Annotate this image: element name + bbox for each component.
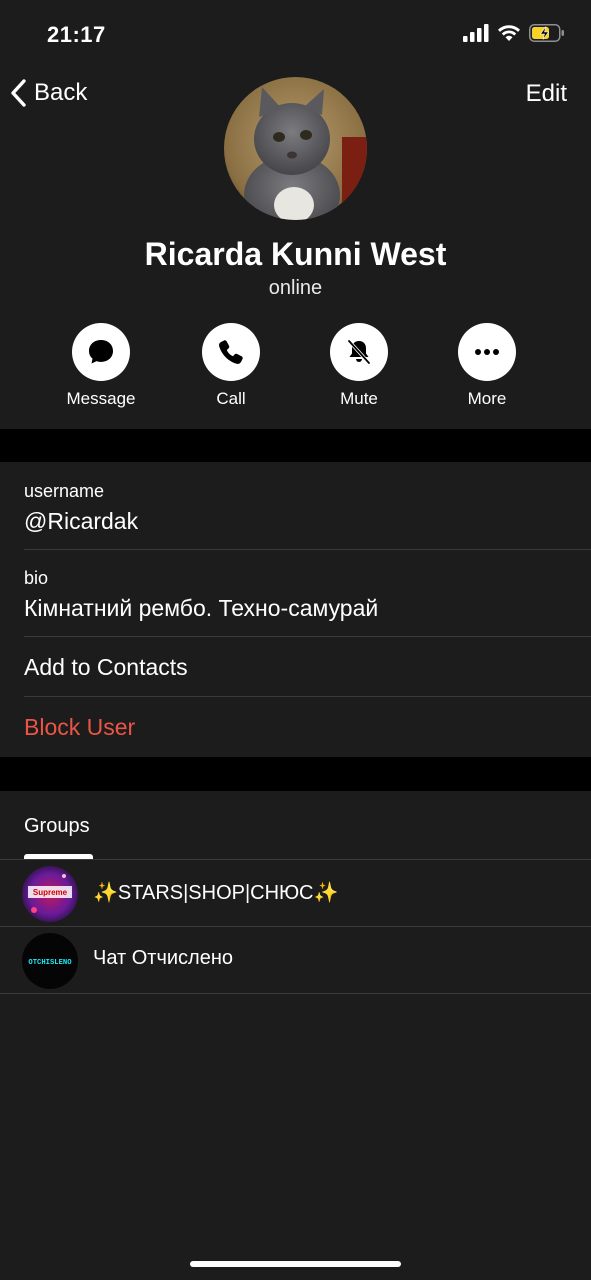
action-buttons: Message Call Mute More xyxy=(0,323,591,413)
edit-button[interactable]: Edit xyxy=(526,80,567,108)
cat-photo-image xyxy=(224,77,367,220)
chevron-left-icon xyxy=(11,79,26,107)
bell-slash-icon xyxy=(347,339,371,365)
profile-status: online xyxy=(268,277,323,299)
profile-name: Ricarda Kunni West xyxy=(144,236,447,272)
home-indicator[interactable] xyxy=(190,1261,401,1267)
username-row[interactable]: username @Ricardak xyxy=(0,462,591,550)
username-label: username xyxy=(24,481,105,501)
status-icons xyxy=(463,24,565,42)
divider xyxy=(0,993,591,994)
more-button[interactable]: More xyxy=(432,323,542,409)
status-time: 21:17 xyxy=(47,22,106,47)
mute-button-circle[interactable] xyxy=(330,323,388,381)
mute-label: Mute xyxy=(340,389,378,408)
group-avatar: Supreme xyxy=(22,866,78,922)
group-avatar-text: OTCHISLENO xyxy=(28,959,72,967)
group-avatar-image: OTCHISLENO xyxy=(22,933,78,989)
block-user-button[interactable]: Block User xyxy=(24,714,135,741)
group-item[interactable]: Supreme ✨STARS|SHOP|СНЮС✨ xyxy=(0,860,591,927)
block-user-row[interactable]: Block User xyxy=(0,697,591,757)
group-item[interactable]: OTCHISLENO Чат Отчислено xyxy=(0,927,591,994)
back-label: Back xyxy=(34,79,88,106)
bio-label: bio xyxy=(24,568,49,588)
message-label: Message xyxy=(66,389,136,408)
section-separator xyxy=(0,757,591,791)
section-separator xyxy=(0,429,591,462)
call-button[interactable]: Call xyxy=(176,323,286,409)
group-avatar: OTCHISLENO xyxy=(22,933,78,989)
message-button[interactable]: Message xyxy=(46,323,156,409)
username-value[interactable]: @Ricardak xyxy=(24,508,138,535)
group-name: ✨STARS|SHOP|СНЮС✨ xyxy=(93,882,339,904)
profile-avatar[interactable] xyxy=(224,77,367,220)
status-bar: 21:17 xyxy=(0,0,591,70)
back-button[interactable]: Back xyxy=(10,78,87,108)
ellipsis-icon xyxy=(475,349,499,355)
mute-button[interactable]: Mute xyxy=(304,323,414,409)
call-label: Call xyxy=(216,389,246,408)
tab-groups[interactable]: Groups xyxy=(24,815,90,838)
more-label: More xyxy=(467,389,507,408)
wifi-icon xyxy=(498,25,520,41)
group-avatar-image: Supreme xyxy=(22,866,78,922)
bio-row[interactable]: bio Кімнатний рембо. Техно-самурай xyxy=(0,550,591,637)
signal-icon xyxy=(463,24,489,42)
chat-bubble-icon xyxy=(89,340,113,364)
add-to-contacts-row[interactable]: Add to Contacts xyxy=(0,637,591,697)
add-to-contacts-button[interactable]: Add to Contacts xyxy=(24,654,188,681)
group-avatar-text: Supreme xyxy=(33,888,68,897)
battery-icon xyxy=(529,24,564,42)
group-name: Чат Отчислено xyxy=(93,947,233,969)
more-button-circle[interactable] xyxy=(458,323,516,381)
bio-value: Кімнатний рембо. Техно-самурай xyxy=(24,595,379,621)
call-button-circle[interactable] xyxy=(202,323,260,381)
phone-icon xyxy=(219,340,243,364)
message-button-circle[interactable] xyxy=(72,323,130,381)
